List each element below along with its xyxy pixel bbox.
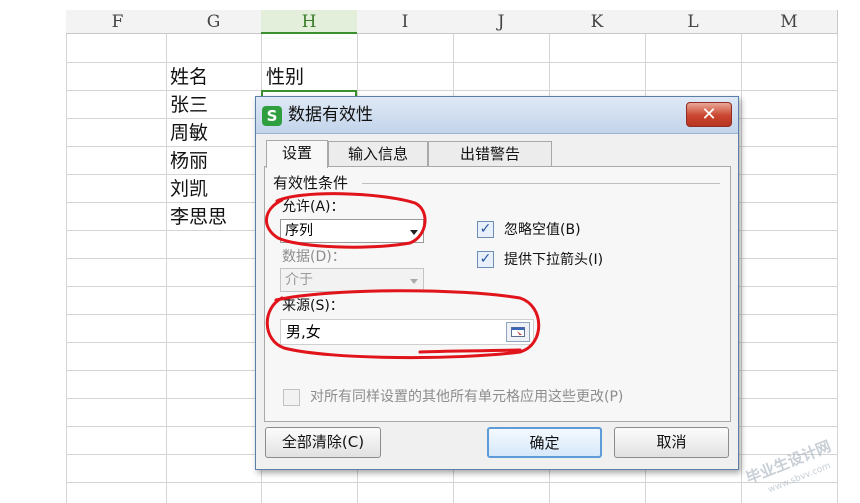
tab-settings[interactable]: 设置 [266,140,328,168]
range-select-button[interactable] [506,322,530,342]
column-header-h[interactable]: H [261,10,358,34]
column-header-k[interactable]: K [549,10,646,34]
ignore-blank-checkbox[interactable]: ✓ [477,221,494,238]
apply-all-checkbox[interactable] [283,389,300,406]
column-header-g[interactable]: G [166,10,262,34]
range-select-icon [511,327,525,337]
source-input[interactable]: 男,女 [280,319,534,345]
cell-name[interactable]: 刘凯 [170,175,208,203]
cell-name[interactable]: 张三 [170,91,208,119]
dialog-title: 数据有效性 [288,105,373,125]
dialog-titlebar[interactable]: S 数据有效性 ✕ [256,97,738,134]
dropdown-arrow-label[interactable]: 提供下拉箭头(I) [504,250,603,270]
source-label: 来源(S)： [282,298,344,314]
column-header-l[interactable]: L [645,10,742,34]
column-line [66,34,67,503]
tab-input-message[interactable]: 输入信息 [328,141,428,166]
data-validation-dialog: S 数据有效性 ✕ 设置 输入信息 出错警告 有效性条件 允许(A)： 序列 数… [255,96,739,470]
data-select-value: 介于 [285,272,313,288]
watermark-logo: 毕业生设计网 www.sbvv.com [743,437,833,494]
cancel-button[interactable]: 取消 [614,427,729,458]
chevron-down-icon [410,279,418,284]
ignore-blank-label[interactable]: 忽略空值(B) [504,220,581,240]
row-line [66,482,838,483]
cell-gender-header[interactable]: 性别 [266,63,304,91]
column-header-m[interactable]: M [741,10,838,34]
tab-error-alert[interactable]: 出错警告 [428,141,552,166]
data-select[interactable]: 介于 [280,268,424,292]
close-icon: ✕ [701,104,717,125]
column-header-i[interactable]: I [357,10,454,34]
wps-app-icon: S [262,106,282,126]
allow-select-value: 序列 [285,223,313,239]
group-divider [362,183,720,184]
checkmark-icon: ✓ [479,221,492,237]
cell-name[interactable]: 李思思 [170,203,227,231]
dropdown-arrow-checkbox[interactable]: ✓ [477,251,494,268]
group-label: 有效性条件 [273,172,353,193]
data-label: 数据(D)： [282,249,346,265]
column-line [166,34,167,503]
cell-name[interactable]: 周敏 [170,119,208,147]
cell-name[interactable]: 杨丽 [170,147,208,175]
column-header-f[interactable]: F [66,10,170,34]
allow-label: 允许(A)： [282,199,345,215]
column-header-j[interactable]: J [453,10,550,34]
apply-all-label[interactable]: 对所有同样设置的其他所有单元格应用这些更改(P) [310,387,623,407]
checkmark-icon: ✓ [479,251,492,267]
ok-button[interactable]: 确定 [487,427,602,458]
clear-all-button[interactable]: 全部清除(C) [265,427,381,458]
allow-select[interactable]: 序列 [280,219,424,243]
close-button[interactable]: ✕ [686,102,732,127]
cell-name-header[interactable]: 姓名 [170,63,208,91]
chevron-down-icon [410,230,418,235]
